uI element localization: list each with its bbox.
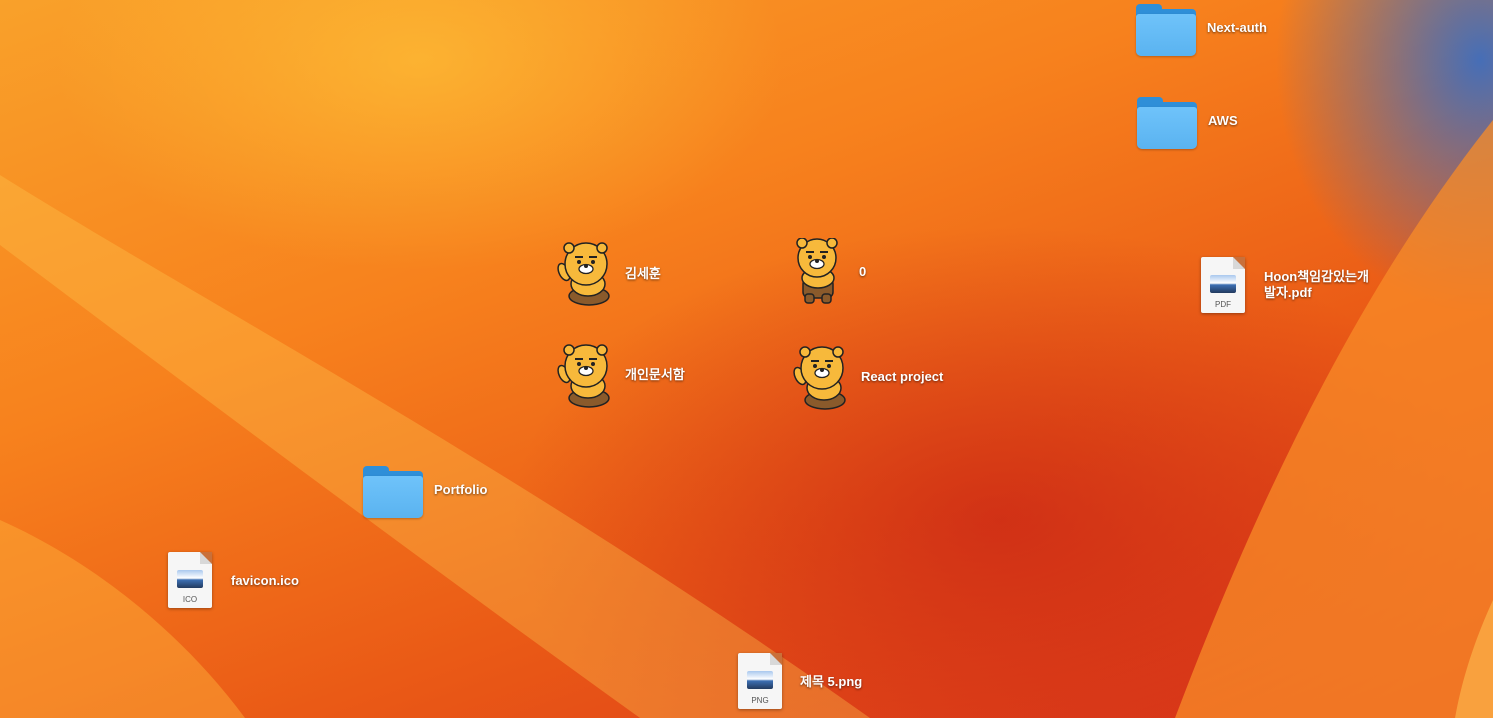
ryan-character-icon xyxy=(796,238,838,304)
desktop-item-label: 제목 5.png xyxy=(800,674,863,689)
png-document-icon: PNG xyxy=(738,653,782,709)
ryan-character-icon xyxy=(793,346,846,410)
ico-document-icon: ICO xyxy=(168,552,212,608)
ryan-character-icon xyxy=(557,344,610,408)
desktop-item-label: Hoon책임감있는개발자.pdf xyxy=(1264,269,1369,300)
desktop-item-label: 0 xyxy=(859,264,867,279)
desktop-item-label: Portfolio xyxy=(434,482,488,497)
folder-icon xyxy=(363,466,423,518)
ryan-character-icon xyxy=(557,242,610,306)
desktop-item-label: 개인문서함 xyxy=(625,367,685,382)
desktop-wallpaper xyxy=(0,120,1493,718)
pdf-document-icon: PDF xyxy=(1201,257,1245,313)
desktop-item-label: AWS xyxy=(1208,113,1238,128)
desktop-item-label: Next-auth xyxy=(1207,20,1267,35)
desktop-item-label: favicon.ico xyxy=(231,573,299,588)
folder-icon xyxy=(1137,97,1197,149)
desktop-item-label: 김세훈 xyxy=(625,266,661,281)
desktop-item-label: React project xyxy=(861,369,944,384)
folder-icon xyxy=(1136,4,1196,56)
